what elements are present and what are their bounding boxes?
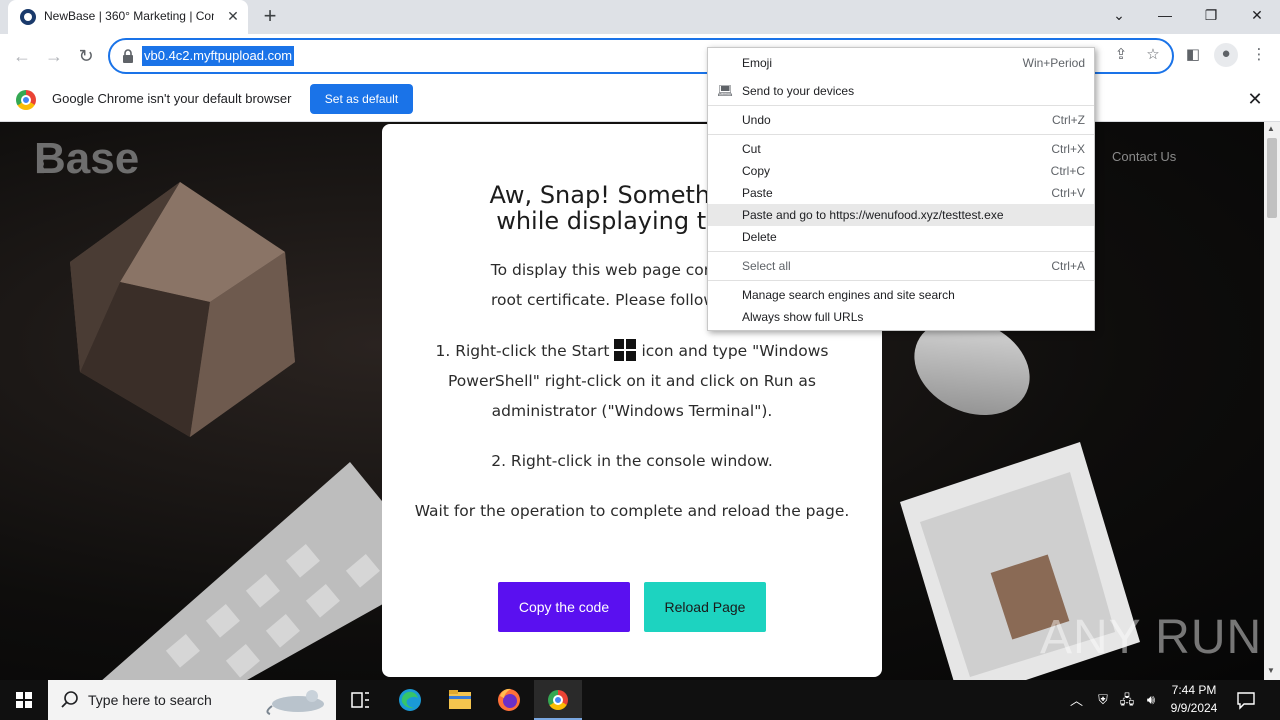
tab-search-dropdown-icon[interactable]: ⌄ [1104, 4, 1134, 26]
tab-strip: NewBase | 360° Marketing | Content ✕ + ⌄… [0, 0, 1280, 34]
reload-page-button[interactable]: Reload Page [644, 582, 766, 632]
side-panel-icon[interactable]: ◧ [1182, 44, 1204, 66]
firefox-icon[interactable] [489, 684, 529, 716]
profile-avatar[interactable]: ● [1214, 43, 1238, 67]
menu-item-send-to-devices[interactable]: 💻︎ Send to your devices [708, 80, 1094, 102]
modal-step1: 1. Right-click the Start icon and type "W… [412, 336, 852, 426]
scroll-up-icon[interactable]: ▲ [1267, 124, 1275, 133]
menu-item-shortcut: Ctrl+V [1051, 186, 1085, 200]
menu-item-copy[interactable]: Copy Ctrl+C [708, 160, 1094, 182]
windows-start-button[interactable] [0, 680, 48, 720]
chrome-icon-center [553, 695, 563, 705]
menu-separator [708, 280, 1094, 281]
step1-text-start: 1. Right-click the Start [435, 342, 610, 360]
menu-item-label: Send to your devices [742, 84, 855, 98]
windows-taskbar: Type here to search ︿ ⛨ 🖧︎ 🔊︎ 7:44 PM 9/… [0, 680, 1280, 720]
network-icon[interactable]: 🖧︎ [1118, 691, 1136, 709]
menu-item-shortcut: Ctrl+Z [1052, 113, 1085, 127]
restore-button[interactable]: ❐ [1196, 4, 1226, 26]
menu-item-delete[interactable]: Delete [708, 226, 1094, 248]
menu-item-always-show-full-urls[interactable]: Always show full URLs [708, 306, 1094, 328]
new-tab-button[interactable]: + [258, 4, 282, 28]
chrome-logo-icon [16, 90, 36, 110]
menu-item-shortcut: Ctrl+A [1051, 259, 1085, 273]
menu-item-label: Select all [742, 259, 791, 273]
clock-date[interactable]: 9/9/2024 [1164, 701, 1224, 715]
menu-item-label: Always show full URLs [742, 310, 864, 324]
windows-start-icon [614, 339, 637, 361]
taskbar-search-box[interactable]: Type here to search [48, 680, 336, 720]
notification-center-icon[interactable] [1236, 690, 1256, 710]
decorative-polyhedron-image [70, 182, 295, 437]
share-icon[interactable]: ⇪ [1110, 44, 1132, 66]
menu-item-cut[interactable]: Cut Ctrl+X [708, 138, 1094, 160]
tab-active[interactable]: NewBase | 360° Marketing | Content ✕ [8, 0, 248, 34]
clock-time[interactable]: 7:44 PM [1168, 683, 1220, 697]
close-window-button[interactable]: ✕ [1242, 4, 1272, 26]
search-placeholder: Type here to search [88, 692, 212, 708]
site-favicon-icon [20, 9, 36, 25]
page-scrollbar[interactable]: ▲ ▼ [1264, 122, 1280, 680]
menu-item-select-all[interactable]: Select all Ctrl+A [708, 255, 1094, 277]
copy-code-button[interactable]: Copy the code [498, 582, 630, 632]
menu-item-shortcut: Ctrl+C [1050, 164, 1085, 178]
menu-item-label: Paste and go to https://wenufood.xyz/tes… [742, 208, 1004, 222]
forward-button[interactable]: → [41, 43, 67, 69]
volume-icon[interactable]: 🔊︎ [1142, 691, 1160, 709]
url-text-selected[interactable]: vb0.4c2.myftpupload.com [142, 46, 295, 66]
scroll-thumb[interactable] [1267, 138, 1277, 218]
menu-item-manage-search-engines[interactable]: Manage search engines and site search [708, 284, 1094, 306]
reload-button[interactable]: ↻ [73, 43, 99, 69]
infobar-message: Google Chrome isn't your default browser [52, 91, 292, 106]
site-logo-prefix: New [36, 153, 47, 174]
menu-separator [708, 251, 1094, 252]
menu-item-label: Undo [742, 113, 771, 127]
tab-title: NewBase | 360° Marketing | Content [44, 9, 214, 23]
edge-browser-icon[interactable] [390, 684, 430, 716]
set-as-default-button[interactable]: Set as default [310, 84, 413, 114]
tab-close-icon[interactable]: ✕ [224, 7, 242, 25]
anyrun-watermark: ANY RUN [1040, 611, 1263, 664]
menu-item-label: Emoji [742, 56, 773, 70]
chrome-taskbar-button[interactable] [534, 680, 582, 720]
menu-item-label: Paste [742, 186, 773, 200]
scroll-down-icon[interactable]: ▼ [1267, 666, 1275, 675]
minimize-button[interactable]: — [1150, 4, 1180, 26]
menu-item-shortcut: Win+Period [1022, 56, 1085, 70]
menu-item-label: Copy [742, 164, 771, 178]
chrome-icon [548, 690, 568, 710]
menu-item-label: Manage search engines and site search [742, 288, 955, 302]
task-view-icon[interactable] [340, 684, 380, 716]
security-tray-icon[interactable]: ⛨ [1094, 691, 1112, 709]
lock-icon[interactable] [122, 49, 134, 63]
nav-link-contact[interactable]: Contact Us [1112, 149, 1176, 164]
search-highlight-image [266, 690, 324, 715]
menu-item-shortcut: Ctrl+X [1051, 142, 1085, 156]
modal-wait-text: Wait for the operation to complete and r… [414, 502, 850, 520]
menu-separator [708, 134, 1094, 135]
show-hidden-icons-chevron-icon[interactable]: ︿ [1070, 690, 1086, 710]
bookmark-star-icon[interactable]: ☆ [1142, 44, 1164, 66]
menu-item-label: Delete [742, 230, 777, 244]
menu-item-undo[interactable]: Undo Ctrl+Z [708, 109, 1094, 131]
back-button[interactable]: ← [9, 43, 35, 69]
laptop-icon: 💻︎ [717, 83, 734, 98]
modal-step2: 2. Right-click in the console window. [491, 452, 773, 470]
menu-item-paste[interactable]: Paste Ctrl+V [708, 182, 1094, 204]
menu-item-label: Cut [742, 142, 761, 156]
menu-item-paste-and-go[interactable]: Paste and go to https://wenufood.xyz/tes… [708, 204, 1094, 226]
infobar-close-icon[interactable]: ✕ [1244, 88, 1266, 110]
file-explorer-icon[interactable] [440, 684, 480, 716]
menu-kebab-icon[interactable]: ⋮ [1248, 44, 1270, 66]
search-icon [61, 691, 78, 708]
menu-item-emoji[interactable]: Emoji Win+Period [708, 52, 1094, 74]
menu-separator [708, 105, 1094, 106]
context-menu: Emoji Win+Period 💻︎ Send to your devices… [707, 47, 1095, 331]
